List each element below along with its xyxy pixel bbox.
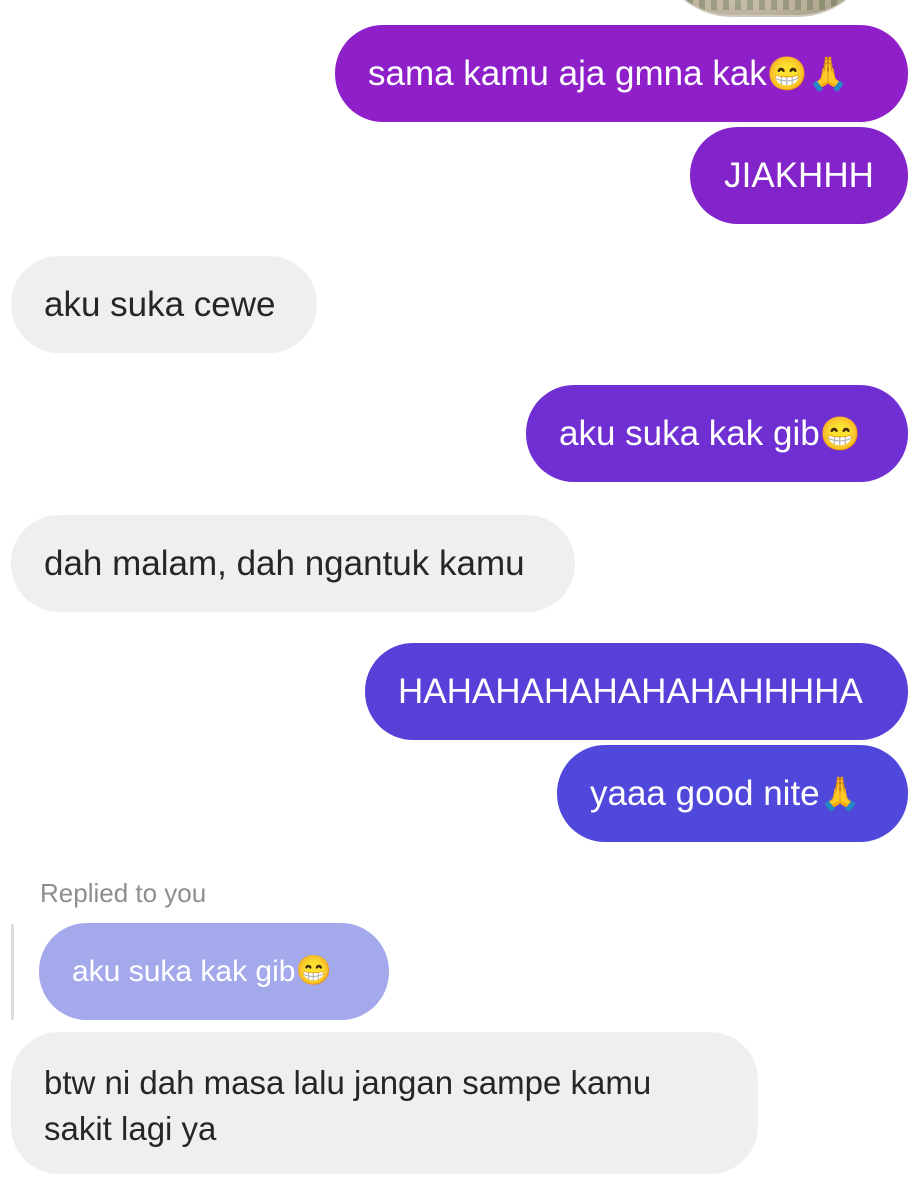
- chat-thread: sama kamu aja gmna kak 😁🙏 JIAKHHH aku suk…: [0, 0, 917, 1200]
- reply-indicator-line: [11, 924, 14, 1020]
- sent-message-bubble[interactable]: JIAKHHH: [690, 127, 908, 224]
- message-text-line: sakit lagi ya: [44, 1110, 217, 1147]
- message-text: aku suka cewe: [44, 285, 276, 324]
- quoted-message-bubble[interactable]: aku suka kak gib 😁: [39, 923, 389, 1020]
- message-text: yaaa good nite: [590, 774, 820, 813]
- message-text: sama kamu aja gmna kak: [368, 54, 767, 93]
- message-text: JIAKHHH: [724, 156, 874, 195]
- message-text-line: btw ni dah masa lalu jangan sampe kamu: [44, 1064, 652, 1101]
- message-text: dah malam, dah ngantuk kamu: [44, 544, 525, 583]
- sent-message-bubble[interactable]: sama kamu aja gmna kak 😁🙏: [335, 25, 908, 122]
- received-message-bubble[interactable]: aku suka cewe: [11, 256, 317, 353]
- sent-message-bubble[interactable]: yaaa good nite 🙏: [557, 745, 908, 842]
- received-message-bubble[interactable]: btw ni dah masa lalu jangan sampe kamu s…: [11, 1032, 758, 1174]
- sent-message-bubble[interactable]: aku suka kak gib 😁: [526, 385, 908, 482]
- message-text: HAHAHAHAHAHAHAHHHHA: [398, 672, 863, 711]
- received-message-bubble[interactable]: dah malam, dah ngantuk kamu: [11, 515, 575, 612]
- grin-pray-emoji-icon: 😁🙏: [766, 55, 849, 92]
- quoted-text: aku suka kak gib: [72, 954, 296, 988]
- sent-message-bubble[interactable]: HAHAHAHAHAHAHAHHHHA: [365, 643, 908, 740]
- grin-emoji-icon: 😁: [819, 415, 861, 452]
- grin-emoji-icon: 😁: [295, 955, 332, 987]
- replied-to-you-label: Replied to you: [40, 878, 207, 908]
- message-text: aku suka kak gib: [559, 414, 820, 453]
- pray-emoji-icon: 🙏: [819, 775, 861, 812]
- shared-photo-preview[interactable]: [655, 0, 875, 17]
